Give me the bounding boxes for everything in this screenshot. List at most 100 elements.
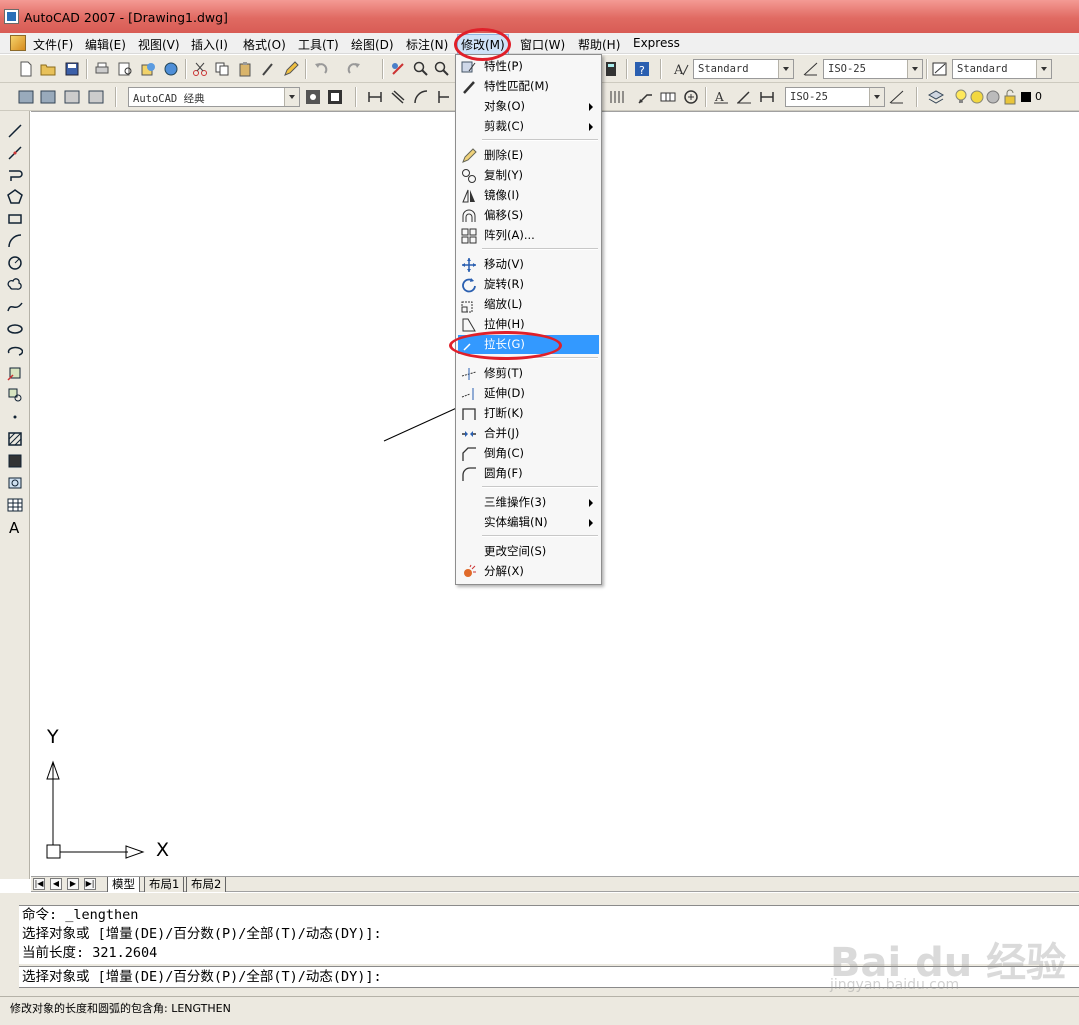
layer-color-swatch-icon[interactable]	[1018, 89, 1034, 105]
menu-item-match-properties[interactable]: 特性匹配(M)	[458, 77, 599, 96]
menu-help[interactable]: 帮助(H)	[578, 36, 620, 53]
menu-view[interactable]: 视图(V)	[138, 36, 180, 53]
point-icon[interactable]	[7, 409, 23, 425]
arc-length-icon[interactable]	[413, 89, 429, 105]
ellipse-arc-icon[interactable]	[7, 343, 23, 359]
baseline-dim-icon[interactable]	[609, 89, 625, 105]
polygon-icon[interactable]	[7, 189, 23, 205]
workspace-settings-icon[interactable]	[18, 89, 34, 105]
menu-draw[interactable]: 绘图(D)	[351, 36, 394, 53]
menu-file[interactable]: 文件(F)	[33, 36, 73, 53]
text-style-select[interactable]: Standard	[693, 59, 794, 79]
layer-manager-icon[interactable]	[928, 89, 944, 105]
workspace-lock-icon[interactable]	[327, 89, 343, 105]
block-editor-icon[interactable]	[283, 61, 299, 77]
insert-block-icon[interactable]	[7, 365, 23, 381]
match-prop-icon[interactable]	[260, 61, 276, 77]
publish-icon[interactable]	[140, 61, 156, 77]
plot-icon[interactable]	[94, 61, 110, 77]
quick-leader-icon[interactable]	[637, 89, 653, 105]
layer-lock-icon[interactable]	[1002, 89, 1018, 105]
dim-text-edit-icon[interactable]	[736, 89, 752, 105]
menu-insert[interactable]: 插入(I)	[191, 36, 228, 53]
dim-style-manager-icon[interactable]	[889, 89, 905, 105]
table-icon[interactable]	[7, 497, 23, 513]
first-tab-button[interactable]: |◀	[33, 878, 45, 890]
3d-dwf-icon[interactable]	[163, 61, 179, 77]
menu-item-offset[interactable]: 偏移(S)	[458, 206, 599, 225]
arc-icon[interactable]	[7, 233, 23, 249]
center-mark-icon[interactable]	[683, 89, 699, 105]
menu-item-clip[interactable]: 剪裁(C)	[458, 117, 599, 136]
redo-icon[interactable]	[346, 61, 362, 77]
zoom-realtime-icon[interactable]	[413, 61, 429, 77]
line-icon[interactable]	[7, 123, 23, 139]
cut-icon[interactable]	[192, 61, 208, 77]
menu-format[interactable]: 格式(O)	[243, 36, 286, 53]
region-icon[interactable]	[7, 475, 23, 491]
menu-item-erase[interactable]: 删除(E)	[458, 146, 599, 165]
paste-icon[interactable]	[237, 61, 253, 77]
workspace-save-icon[interactable]	[40, 89, 56, 105]
circle-icon[interactable]	[7, 255, 23, 271]
menu-express[interactable]: Express	[633, 36, 680, 50]
spline-icon[interactable]	[7, 299, 23, 315]
drawn-line[interactable]	[383, 405, 462, 442]
menu-item-join[interactable]: 合并(J)	[458, 424, 599, 443]
prev-tab-button[interactable]: ◀	[50, 878, 62, 890]
tab-layout1[interactable]: 布局1	[144, 877, 185, 892]
menu-item-rotate[interactable]: 旋转(R)	[458, 275, 599, 294]
table-style-icon[interactable]	[932, 61, 948, 77]
new-icon[interactable]	[18, 61, 34, 77]
revision-cloud-icon[interactable]	[7, 277, 23, 293]
dim-update-icon[interactable]	[759, 89, 775, 105]
layer-on-bulb-icon[interactable]	[953, 89, 969, 105]
menu-item-solid-editing[interactable]: 实体编辑(N)	[458, 513, 599, 532]
menu-item-3d-operations[interactable]: 三维操作(3)	[458, 493, 599, 512]
dim-style-icon[interactable]	[803, 61, 819, 77]
make-block-icon[interactable]	[7, 387, 23, 403]
text-style-icon[interactable]: A	[673, 61, 689, 77]
menu-item-change-space[interactable]: 更改空间(S)	[458, 542, 599, 561]
construction-line-icon[interactable]	[7, 145, 23, 161]
workspace-icon-3[interactable]	[64, 89, 80, 105]
document-menu-icon[interactable]	[10, 35, 26, 51]
dim-style-select-2[interactable]: ISO-25	[785, 87, 885, 107]
undo-icon[interactable]	[313, 61, 329, 77]
menu-edit[interactable]: 编辑(E)	[85, 36, 126, 53]
ordinate-dim-icon[interactable]	[436, 89, 452, 105]
menu-item-trim[interactable]: 修剪(T)	[458, 364, 599, 383]
gradient-icon[interactable]	[7, 453, 23, 469]
layer-viewport-freeze-icon[interactable]	[985, 89, 1001, 105]
plot-preview-icon[interactable]	[117, 61, 133, 77]
dim-edit-icon[interactable]: A	[713, 89, 729, 105]
multiline-text-icon[interactable]: A	[7, 519, 23, 535]
autocad-app-icon[interactable]	[4, 9, 19, 24]
menu-item-object[interactable]: 对象(O)	[458, 97, 599, 116]
open-icon[interactable]	[40, 61, 56, 77]
menu-item-stretch[interactable]: 拉伸(H)	[458, 315, 599, 334]
menu-window[interactable]: 窗口(W)	[520, 36, 565, 53]
tab-model[interactable]: 模型	[107, 877, 140, 892]
rectangle-icon[interactable]	[7, 211, 23, 227]
polyline-icon[interactable]	[7, 167, 23, 183]
next-tab-button[interactable]: ▶	[67, 878, 79, 890]
linear-dim-icon[interactable]	[367, 89, 383, 105]
hatch-icon[interactable]	[7, 431, 23, 447]
tolerance-icon[interactable]	[660, 89, 676, 105]
calculator-icon[interactable]	[603, 61, 619, 77]
zoom-window-icon[interactable]	[434, 61, 450, 77]
menu-item-copy[interactable]: 复制(Y)	[458, 166, 599, 185]
menu-item-scale[interactable]: 缩放(L)	[458, 295, 599, 314]
menu-item-mirror[interactable]: 镜像(I)	[458, 186, 599, 205]
workspace-select[interactable]: AutoCAD 经典	[128, 87, 300, 107]
menu-item-extend[interactable]: 延伸(D)	[458, 384, 599, 403]
menu-item-move[interactable]: 移动(V)	[458, 255, 599, 274]
menu-item-break[interactable]: 打断(K)	[458, 404, 599, 423]
menu-item-explode[interactable]: 分解(X)	[458, 562, 599, 581]
dim-style-select[interactable]: ISO-25	[823, 59, 923, 79]
menu-item-chamfer[interactable]: 倒角(C)	[458, 444, 599, 463]
workspace-icon-4[interactable]	[88, 89, 104, 105]
menu-item-fillet[interactable]: 圆角(F)	[458, 464, 599, 483]
menu-dimension[interactable]: 标注(N)	[406, 36, 448, 53]
